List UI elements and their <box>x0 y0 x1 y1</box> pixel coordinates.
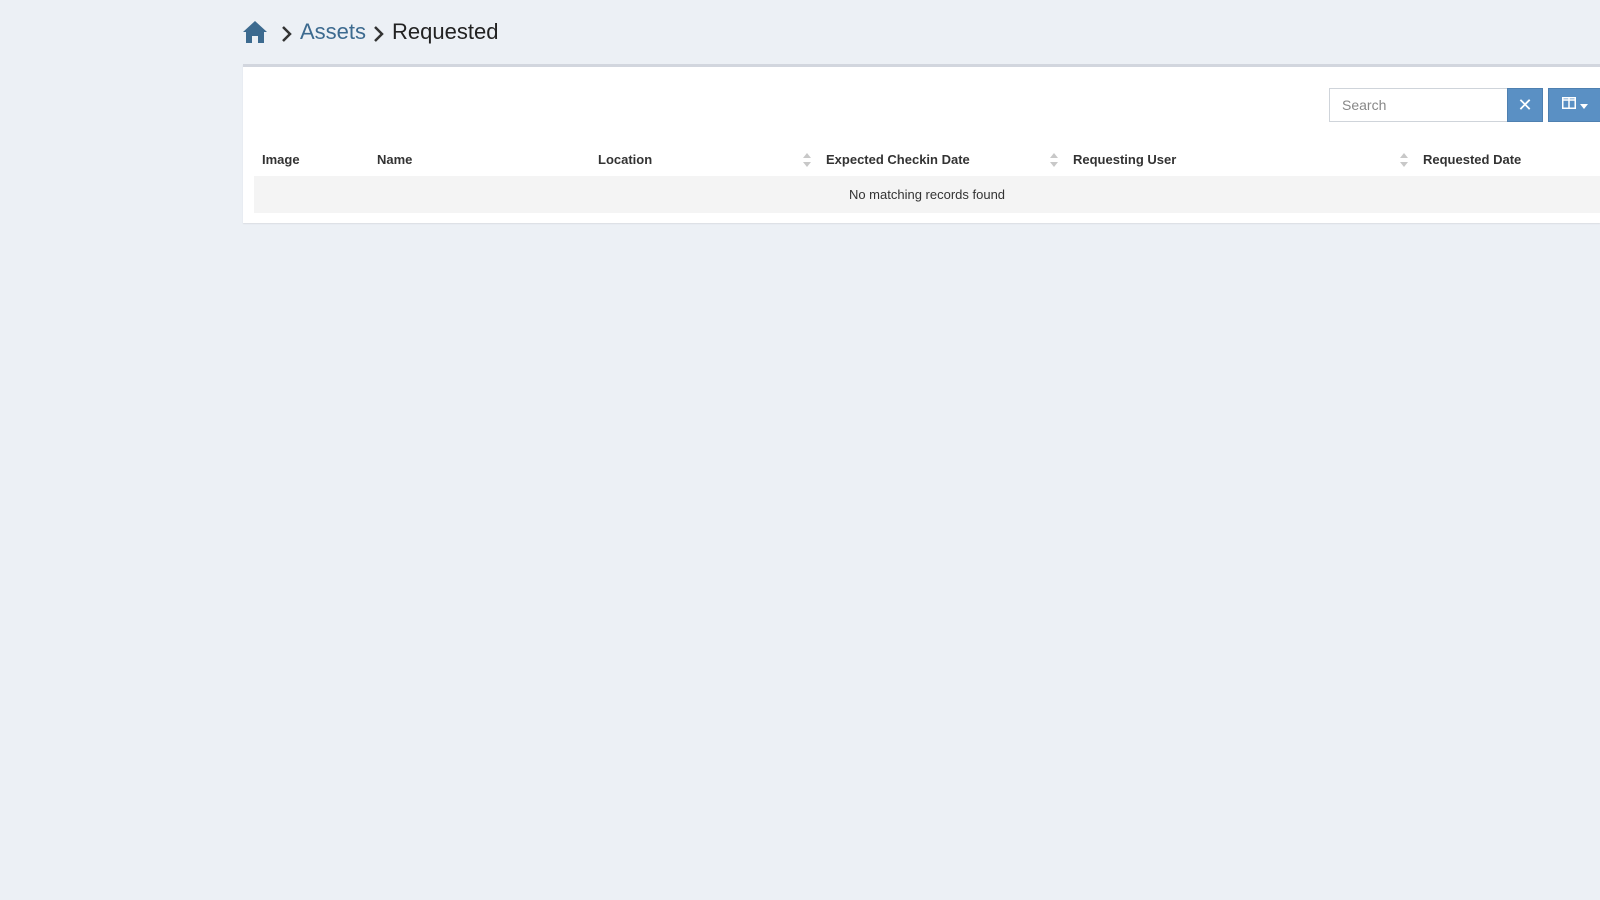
requested-assets-table-wrap: Image Name Location Expected Checkin Dat… <box>254 142 1600 213</box>
column-header-expected-checkin-date[interactable]: Expected Checkin Date <box>818 142 1065 176</box>
requested-assets-panel: ✕ Image Name Location <box>243 64 1600 223</box>
close-icon: ✕ <box>1517 94 1533 115</box>
columns-icon <box>1561 96 1576 114</box>
column-header-requested-date: Requested Date <box>1423 151 1522 167</box>
empty-table-message: No matching records found <box>254 176 1600 213</box>
chevron-right-icon <box>372 23 386 42</box>
search-input[interactable] <box>1329 88 1507 122</box>
chevron-right-icon <box>280 23 294 42</box>
table-toolbar: ✕ <box>1329 88 1600 122</box>
breadcrumb: Assets Requested <box>242 15 498 49</box>
clear-search-button[interactable]: ✕ <box>1507 88 1543 122</box>
column-header-name: Name <box>377 151 413 167</box>
home-icon[interactable] <box>242 20 268 44</box>
table-row: No matching records found <box>254 176 1600 213</box>
sort-icon <box>802 152 812 168</box>
requested-assets-table: Image Name Location Expected Checkin Dat… <box>254 142 1600 213</box>
table-header-row: Image Name Location Expected Checkin Dat… <box>254 142 1600 176</box>
column-header-image: Image <box>262 151 300 167</box>
breadcrumb-assets-link[interactable]: Assets <box>300 19 366 45</box>
columns-toggle-button[interactable] <box>1548 88 1600 122</box>
sort-icon <box>1049 152 1059 168</box>
column-header-location[interactable]: Location <box>590 142 818 176</box>
sort-icon <box>1399 152 1409 168</box>
column-header-requesting-user[interactable]: Requesting User <box>1065 142 1415 176</box>
page-title: Requested <box>392 19 499 44</box>
caret-down-icon <box>1579 96 1588 114</box>
